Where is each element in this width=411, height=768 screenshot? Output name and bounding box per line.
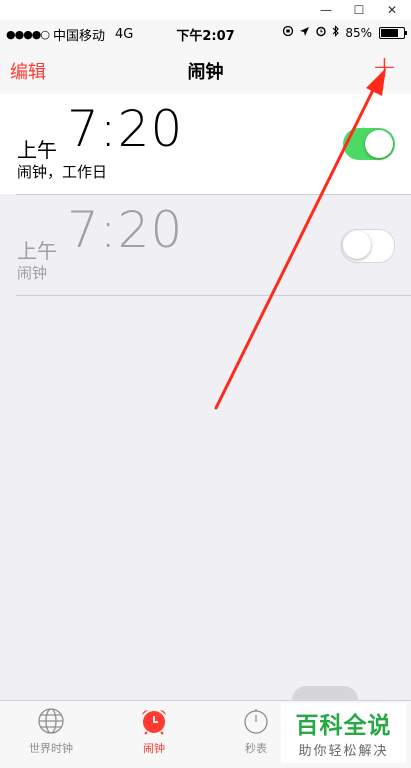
tab-alarm[interactable]: 闹钟 <box>114 707 194 756</box>
battery-percent: 85% <box>345 25 372 40</box>
battery-cap <box>405 30 407 35</box>
toggle-knob <box>365 130 393 158</box>
alarm-time: 7:20 <box>67 100 184 158</box>
watermark-subtitle: 助你轻松解决 <box>298 744 389 759</box>
battery-level <box>381 28 398 37</box>
alarm-toggle[interactable] <box>343 128 395 160</box>
watermark-title: 百科全说 <box>295 713 392 739</box>
alarm-label: 闹钟，工作日 <box>17 163 108 181</box>
page-title: 闹钟 <box>187 62 224 83</box>
alarm-ampm: 上午 <box>17 239 57 263</box>
alarm-ampm: 上午 <box>17 138 57 162</box>
tab-world-clock[interactable]: 世界时钟 <box>11 707 91 756</box>
window-titlebar: — ☐ ✕ <box>0 0 411 20</box>
add-alarm-button[interactable]: + <box>372 50 397 85</box>
alarm-toggle[interactable] <box>341 229 395 263</box>
close-icon[interactable]: ✕ <box>378 0 406 20</box>
watermark: 百科全说 助你轻松解决 <box>281 703 406 763</box>
alarm-time: 7:20 <box>67 201 184 259</box>
maximize-icon[interactable]: ☐ <box>345 0 373 20</box>
alarm-clock-icon <box>114 707 194 738</box>
battery-icon <box>379 26 407 39</box>
globe-icon <box>11 707 91 738</box>
tab-label: 秒表 <box>245 742 267 755</box>
navigation-bar: 编辑 闹钟 + <box>0 46 411 95</box>
minimize-icon[interactable]: — <box>312 0 340 20</box>
alarm-row[interactable]: 上午 7:20 闹钟 <box>0 195 411 295</box>
alarm-status-icon <box>315 25 327 40</box>
tab-label: 闹钟 <box>143 742 165 755</box>
rotation-lock-icon <box>282 25 294 40</box>
location-icon <box>299 26 310 40</box>
tab-label: 世界时钟 <box>29 742 73 755</box>
alarm-label: 闹钟 <box>17 264 48 282</box>
alarm-row[interactable]: 上午 7:20 闹钟，工作日 <box>0 94 411 194</box>
toggle-knob <box>343 231 371 259</box>
divider <box>16 295 411 296</box>
status-bar: ●●●●○ 中国移动 4G 下午2:07 85% <box>0 20 411 46</box>
bluetooth-icon <box>332 25 340 40</box>
